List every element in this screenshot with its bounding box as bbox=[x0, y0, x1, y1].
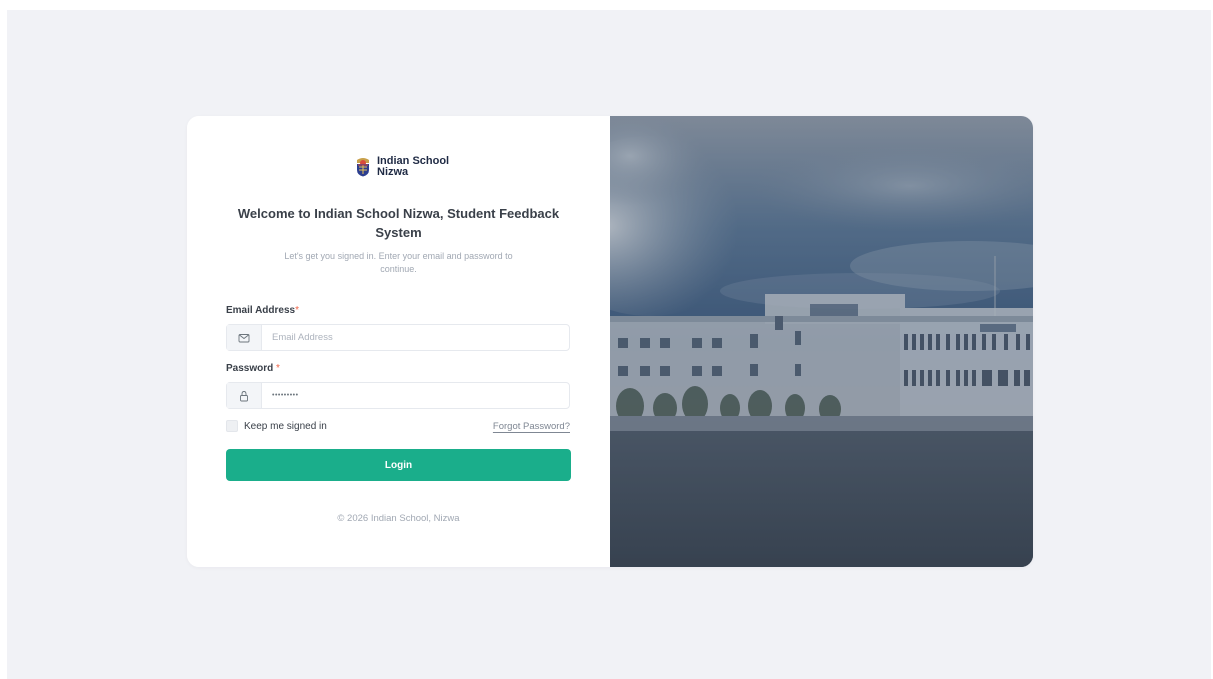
school-logo-line2: Nizwa bbox=[377, 166, 409, 178]
login-button[interactable]: Login bbox=[226, 449, 571, 481]
password-required-mark: * bbox=[276, 363, 280, 374]
lock-icon bbox=[240, 390, 248, 401]
school-building-photo bbox=[610, 116, 1033, 567]
school-building-image bbox=[610, 116, 1033, 567]
email-input[interactable] bbox=[262, 325, 569, 350]
password-field bbox=[226, 382, 570, 409]
school-crest-icon bbox=[357, 158, 369, 177]
page-title: Welcome to Indian School Nizwa, Student … bbox=[237, 206, 560, 240]
forgot-password-link[interactable]: Forgot Password? bbox=[493, 421, 570, 432]
login-card: Indian School Nizwa Welcome to Indian Sc… bbox=[187, 116, 1033, 567]
email-addon bbox=[227, 325, 262, 350]
remember-checkbox[interactable] bbox=[226, 420, 238, 432]
password-input[interactable] bbox=[262, 383, 569, 408]
school-logo-text: Indian School Nizwa bbox=[377, 156, 449, 178]
password-label: Password * bbox=[226, 363, 280, 374]
email-required-mark: * bbox=[295, 305, 300, 316]
email-label-text: Email Address bbox=[226, 305, 296, 316]
remember-row: Keep me signed in Forgot Password? bbox=[226, 418, 570, 434]
login-panel: Indian School Nizwa Welcome to Indian Sc… bbox=[187, 116, 610, 567]
password-addon bbox=[227, 383, 262, 408]
copyright-footer: © 2026 Indian School, Nizwa bbox=[337, 513, 460, 524]
page-subtitle: Let's get you signed in. Enter your emai… bbox=[284, 251, 513, 274]
remember-label[interactable]: Keep me signed in bbox=[244, 421, 327, 432]
email-label: Email Address* bbox=[226, 305, 299, 316]
school-logo: Indian School Nizwa bbox=[355, 156, 449, 178]
envelope-icon bbox=[238, 333, 250, 342]
email-field bbox=[226, 324, 570, 351]
password-label-text: Password bbox=[226, 363, 274, 374]
